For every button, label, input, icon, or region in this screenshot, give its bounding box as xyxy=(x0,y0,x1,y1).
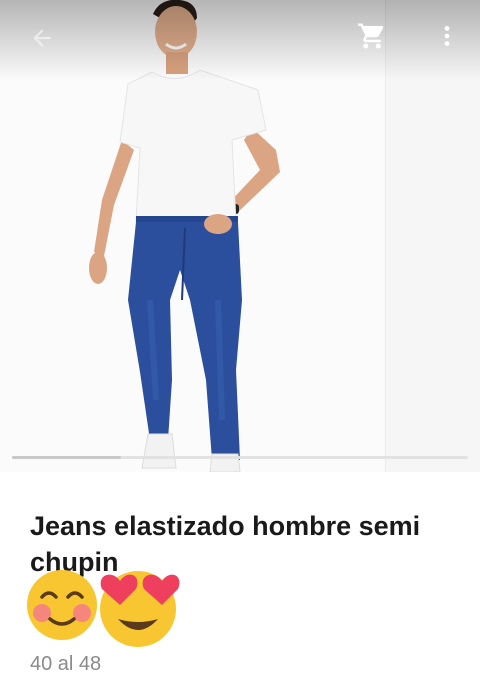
product-image-gallery[interactable] xyxy=(0,0,480,472)
gallery-scroll-thumb[interactable] xyxy=(12,456,122,459)
smiling-face-with-blush-icon xyxy=(27,570,97,640)
emoji-row xyxy=(24,565,194,655)
gallery-scrollbar[interactable] xyxy=(12,456,468,459)
more-vert-icon xyxy=(444,26,450,46)
cart-button[interactable] xyxy=(352,16,392,56)
heart-eyes-face-icon xyxy=(100,571,180,647)
shopping-cart-icon xyxy=(358,23,384,49)
back-button[interactable] xyxy=(22,18,62,58)
size-range: 40 al 48 xyxy=(30,653,102,675)
arrow-back-icon xyxy=(33,29,51,47)
toolbar-gradient xyxy=(0,0,480,80)
overflow-menu-button[interactable] xyxy=(430,16,464,56)
